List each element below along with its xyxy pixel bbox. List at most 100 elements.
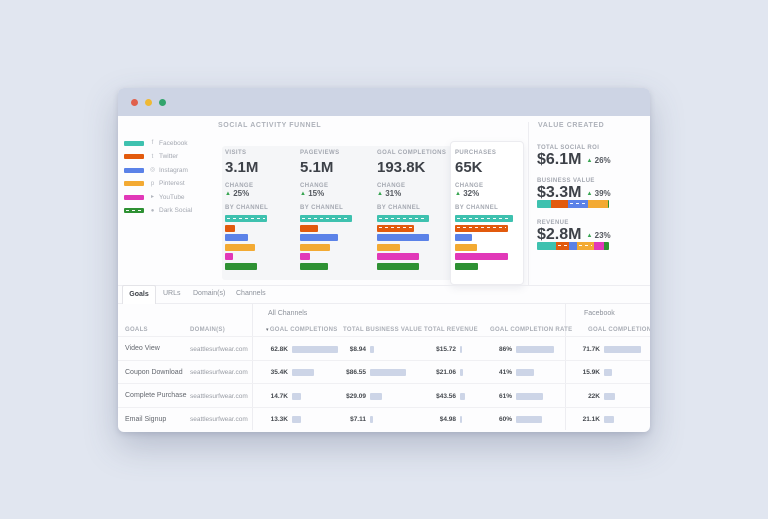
- revenue-cell: $43.56: [406, 393, 456, 400]
- youtube-bar: [225, 253, 233, 260]
- facebook-segment: [537, 242, 556, 250]
- funnel-section-title: SOCIAL ACTIVITY FUNNEL: [218, 122, 321, 129]
- twitter-bar: [455, 225, 508, 232]
- goal-completions-value: 35.4K: [238, 369, 288, 376]
- goal-completions-value: 62.8K: [238, 346, 288, 353]
- table-row[interactable]: Complete Purchase seattlesurfwear.com 14…: [118, 383, 650, 407]
- minimize-window-icon[interactable]: [145, 99, 152, 106]
- facebook-completions-cell: 15.9K: [550, 369, 600, 376]
- completion-rate-bar: [516, 393, 543, 400]
- change-value: 32%: [463, 189, 479, 198]
- funnel-column-pageviews: PAGEVIEWS 5.1M CHANGE ▲ 15% BY CHANNEL: [300, 150, 366, 270]
- business-value-bar: [370, 346, 374, 353]
- facebook-completions-cell: 21.1K: [550, 416, 600, 423]
- pinterest-bar: [455, 244, 477, 251]
- legend-label: Dark Social: [159, 207, 192, 214]
- up-arrow-icon: ▲: [225, 191, 231, 197]
- pinterest-segment: [588, 200, 607, 208]
- business-value-bar: [370, 369, 406, 376]
- business-value-change: 39%: [595, 189, 611, 198]
- revenue-cell: $15.72: [406, 346, 456, 353]
- business-value-bar: [370, 416, 373, 423]
- facebook-bar: [455, 215, 513, 222]
- legend-item-instagram: ◎ Instagram: [124, 166, 188, 174]
- goal-completions-bar: [292, 416, 301, 423]
- legend-item-facebook: f Facebook: [124, 139, 188, 147]
- instagram-bar: [225, 234, 248, 241]
- table-row[interactable]: Coupon Download seattlesurfwear.com 35.4…: [118, 360, 650, 384]
- youtube-color-swatch: [124, 195, 144, 200]
- metric-label: PAGEVIEWS: [300, 150, 366, 156]
- tab-urls[interactable]: URLs: [163, 285, 181, 303]
- legend-item-twitter: t Twitter: [124, 153, 178, 161]
- facebook-bar: [300, 215, 352, 222]
- change-value: 15%: [308, 189, 324, 198]
- metric-label: GOAL COMPLETIONS: [377, 150, 443, 156]
- dark-social-icon: ●: [148, 207, 157, 215]
- col-header-label: GOAL COMPLETIONS: [270, 327, 338, 333]
- completion-rate-bar: [516, 416, 542, 423]
- pinterest-bar: [377, 244, 400, 251]
- completion-rate-cell: 41%: [462, 369, 512, 376]
- by-channel-label: BY CHANNEL: [455, 205, 517, 211]
- total-social-roi-value: $6.1M ▲ 26%: [537, 151, 611, 169]
- metric-value: 65K: [455, 159, 517, 176]
- completion-rate-bar: [516, 346, 554, 353]
- table-row[interactable]: Video View seattlesurfwear.com 62.8K $8.…: [118, 336, 650, 360]
- legend-item-youtube: ▸ YouTube: [124, 193, 185, 201]
- pinterest-icon: p: [148, 180, 157, 188]
- facebook-color-swatch: [124, 141, 144, 146]
- up-arrow-icon: ▲: [586, 158, 592, 164]
- col-header-total-revenue[interactable]: TOTAL REVENUE: [424, 327, 478, 333]
- col-header-facebook-goal-completions[interactable]: GOAL COMPLETIONS: [588, 327, 650, 333]
- legend-item-pinterest: p Pinterest: [124, 180, 185, 188]
- business-value-cell: $86.55: [316, 369, 366, 376]
- tab-domains[interactable]: Domain(s): [193, 285, 225, 303]
- up-arrow-icon: ▲: [586, 191, 592, 197]
- twitter-segment: [551, 200, 568, 208]
- col-header-goal-completion-rate[interactable]: GOAL COMPLETION RATE: [490, 327, 572, 333]
- pinterest-bar: [225, 244, 255, 251]
- youtube-icon: ▸: [148, 193, 157, 201]
- close-window-icon[interactable]: [131, 99, 138, 106]
- up-arrow-icon: ▲: [455, 191, 461, 197]
- pinterest-segment: [577, 242, 594, 250]
- dark-social-segment: [608, 200, 609, 208]
- facebook-completions-bar: [604, 346, 641, 353]
- tab-goals[interactable]: Goals: [122, 285, 156, 304]
- youtube-segment: [594, 242, 604, 250]
- table-row[interactable]: Email Signup seattlesurfwear.com 13.3K $…: [118, 407, 650, 431]
- metric-value: 193.8K: [377, 159, 443, 176]
- by-channel-bars: [455, 215, 517, 270]
- metric-label: VISITS: [225, 150, 291, 156]
- legend-label: Instagram: [159, 167, 188, 174]
- goal-completions-value: 14.7K: [238, 393, 288, 400]
- instagram-segment: [568, 200, 588, 208]
- facebook-bar: [377, 215, 429, 222]
- col-header-total-business-value[interactable]: TOTAL BUSINESS VALUE: [343, 327, 422, 333]
- col-header-goal-completions[interactable]: ▾GOAL COMPLETIONS: [266, 327, 338, 333]
- facebook-icon: f: [148, 139, 157, 147]
- tab-channels[interactable]: Channels: [236, 285, 266, 303]
- completion-rate-cell: 61%: [462, 393, 512, 400]
- dark-social-bar: [225, 263, 257, 270]
- app-window: SOCIAL ACTIVITY FUNNEL VALUE CREATED f F…: [118, 88, 650, 432]
- dark-social-segment: [604, 242, 609, 250]
- business-value-cell: $29.09: [316, 393, 366, 400]
- value-created-section-title: VALUE CREATED: [538, 122, 604, 129]
- instagram-icon: ◎: [148, 166, 157, 174]
- pinterest-bar: [300, 244, 330, 251]
- metric-label: PURCHASES: [455, 150, 517, 156]
- dark-social-bar: [455, 263, 478, 270]
- sort-descending-icon: ▾: [266, 327, 269, 333]
- maximize-window-icon[interactable]: [159, 99, 166, 106]
- youtube-bar: [455, 253, 508, 260]
- revenue-stacked-bar: [537, 242, 609, 250]
- business-value-bar: [370, 393, 382, 400]
- facebook-bar: [225, 215, 267, 222]
- goal-completions-bar: [292, 369, 314, 376]
- metric-value: 3.1M: [225, 159, 291, 176]
- by-channel-bars: [225, 215, 291, 270]
- roi-amount: $6.1M: [537, 151, 581, 169]
- up-arrow-icon: ▲: [300, 191, 306, 197]
